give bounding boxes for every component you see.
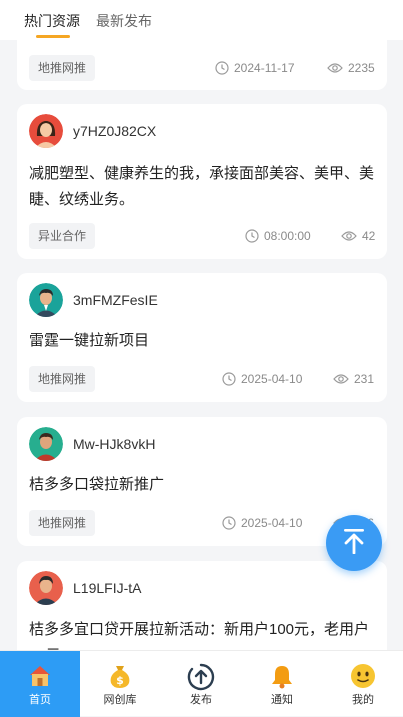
avatar[interactable]: [29, 427, 63, 461]
clock-icon: [222, 372, 236, 386]
post-author[interactable]: 3mFMZFesIE: [29, 283, 158, 317]
back-to-top-button[interactable]: [326, 515, 382, 571]
post-meta: 地推网推 2024-11-17 2235: [29, 55, 375, 81]
avatar[interactable]: [29, 114, 63, 148]
tabbar-item-notifications[interactable]: 通知: [242, 651, 322, 717]
post-card[interactable]: y7HZ0J82CX 减肥塑型、健康养生的我，承接面部美容、美甲、美睫、纹绣业务…: [17, 104, 387, 259]
bell-icon: [242, 663, 322, 691]
clock-icon: [215, 61, 229, 75]
post-content[interactable]: 桔多多口袋拉新推广: [29, 472, 375, 498]
view-count: 42: [341, 223, 375, 249]
money-bag-icon: $: [80, 663, 160, 691]
username: L19LFIJ-tA: [73, 580, 142, 596]
post-date: 2024-11-17: [215, 55, 295, 81]
category-tag[interactable]: 地推网推: [29, 510, 96, 536]
view-count: 2235: [327, 55, 375, 81]
view-count: 231: [333, 366, 374, 392]
avatar[interactable]: [29, 571, 63, 605]
post-meta: 异业合作 08:00:00 42: [29, 223, 375, 249]
resource-feed[interactable]: 地推网推 2024-11-17 2235 y7HZ0J82CX 减肥塑型、健康养…: [0, 0, 403, 716]
category-tag[interactable]: 地推网推: [29, 55, 96, 81]
clock-icon: [222, 516, 236, 530]
category-tag[interactable]: 异业合作: [29, 223, 96, 249]
post-date: 2025-04-10: [222, 510, 302, 536]
eye-icon: [333, 373, 349, 385]
post-content[interactable]: 减肥塑型、健康养生的我，承接面部美容、美甲、美睫、纹绣业务。: [29, 161, 375, 213]
post-meta: 地推网推 2025-04-10 231: [29, 366, 375, 392]
post-card[interactable]: 3mFMZFesIE 雷霆一键拉新项目 地推网推 2025-04-10 231: [17, 273, 387, 402]
tab-latest[interactable]: 最新发布: [96, 11, 152, 31]
post-date: 2025-04-10: [222, 366, 302, 392]
category-tag[interactable]: 地推网推: [29, 366, 96, 392]
eye-icon: [327, 62, 343, 74]
post-content[interactable]: 雷霆一键拉新项目: [29, 328, 375, 354]
back-to-top-icon: [342, 528, 366, 559]
top-tabs: 热门资源 最新发布: [0, 0, 403, 40]
username: y7HZ0J82CX: [73, 123, 157, 139]
clock-icon: [245, 229, 259, 243]
post-date: 08:00:00: [245, 223, 311, 249]
post-author[interactable]: y7HZ0J82CX: [29, 114, 156, 148]
smiley-icon: [323, 663, 403, 691]
home-icon: [0, 663, 80, 691]
eye-icon: [341, 230, 357, 242]
bottom-tab-bar: 首页 $ 网创库 发布 通知 我的: [0, 650, 403, 717]
username: Mw-HJk8vkH: [73, 436, 156, 452]
post-meta: 地推网推 2025-04-10 226: [29, 510, 375, 536]
svg-text:$: $: [116, 674, 124, 687]
upload-icon: [161, 663, 241, 691]
username: 3mFMZFesIE: [73, 292, 158, 308]
post-author[interactable]: L19LFIJ-tA: [29, 571, 141, 605]
tabbar-item-publish[interactable]: 发布: [161, 651, 241, 717]
tabbar-item-library[interactable]: $ 网创库: [80, 651, 160, 717]
avatar[interactable]: [29, 283, 63, 317]
tabbar-item-home[interactable]: 首页: [0, 651, 80, 717]
tabbar-item-profile[interactable]: 我的: [323, 651, 403, 717]
active-tab-indicator: [36, 35, 70, 38]
tab-hot-resources[interactable]: 热门资源: [24, 11, 80, 31]
post-author[interactable]: Mw-HJk8vkH: [29, 427, 155, 461]
